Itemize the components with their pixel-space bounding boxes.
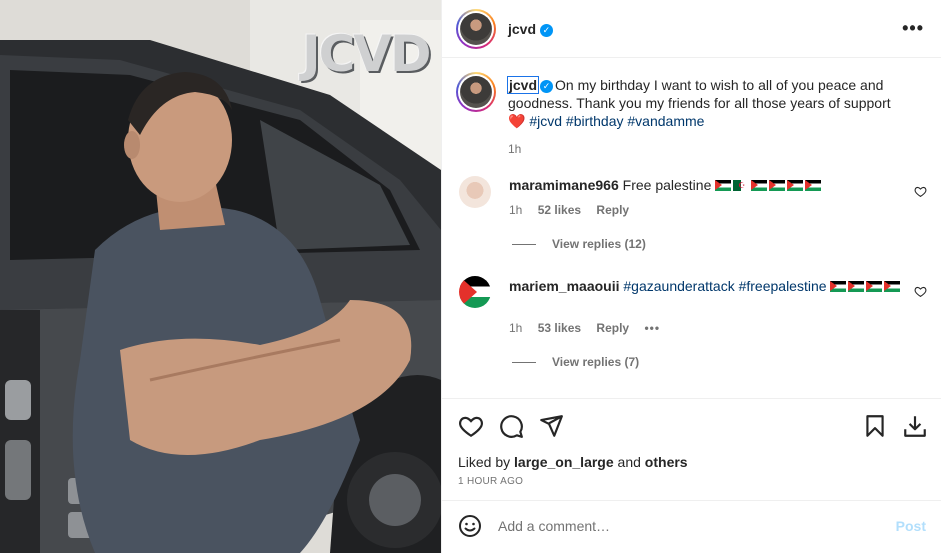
liked-by-prefix: Liked by bbox=[458, 454, 511, 470]
emoji-smiley-icon[interactable] bbox=[458, 514, 482, 538]
comment-text: Free palestine bbox=[622, 177, 712, 193]
post-photo[interactable]: JCVD bbox=[0, 0, 441, 553]
download-icon[interactable] bbox=[902, 413, 928, 439]
like-heart-icon[interactable] bbox=[458, 413, 484, 439]
post-timestamp[interactable]: 1 HOUR AGO bbox=[458, 476, 523, 487]
view-replies-label: View replies (12) bbox=[552, 237, 646, 251]
add-comment-input[interactable] bbox=[498, 515, 878, 537]
comment-username[interactable]: maramimane966 bbox=[509, 177, 619, 193]
jcvd-logo-watermark: JCVD bbox=[302, 25, 432, 83]
comment-1: maramimane966 Free palestine bbox=[509, 176, 909, 194]
post-comment-button[interactable]: Post bbox=[896, 518, 926, 534]
hashtag-vandamme[interactable]: #vandamme bbox=[627, 113, 704, 129]
liked-by-text: Liked by large_on_large and others bbox=[458, 454, 688, 470]
post-caption: jcvd ✓ On my birthday I want to wish to al… bbox=[506, 76, 918, 158]
hashtag-birthday[interactable]: #birthday bbox=[566, 113, 624, 129]
caption-time[interactable]: 1h bbox=[508, 140, 918, 158]
liked-by-user[interactable]: large_on_large bbox=[514, 454, 614, 470]
share-send-icon[interactable] bbox=[538, 413, 564, 439]
view-replies-button[interactable]: View replies (7) bbox=[512, 355, 639, 369]
bookmark-icon[interactable] bbox=[862, 413, 888, 439]
verified-badge-icon: ✓ bbox=[539, 23, 553, 37]
comment-bubble-icon[interactable] bbox=[498, 413, 524, 439]
comment-time[interactable]: 1h bbox=[509, 203, 522, 217]
author-username[interactable]: jcvd bbox=[508, 21, 536, 37]
comment-avatar-mariem-maaouii[interactable] bbox=[459, 276, 491, 308]
reply-button[interactable]: Reply bbox=[596, 321, 629, 335]
palestine-flag-icons bbox=[715, 177, 823, 193]
heart-emoji: ❤️ bbox=[508, 113, 526, 129]
hashtag-freepalestine[interactable]: #freepalestine bbox=[739, 278, 827, 294]
liked-by-others[interactable]: others bbox=[645, 454, 688, 470]
hashtag-jcvd[interactable]: #jcvd bbox=[529, 113, 562, 129]
comment-username[interactable]: mariem_maaouii bbox=[509, 278, 620, 294]
comment-likes[interactable]: 52 likes bbox=[538, 203, 581, 217]
hashtag-gazaunderattack[interactable]: #gazaunderattack bbox=[623, 278, 734, 294]
post-side-panel: jcvd ✓ ••• jcvd ✓ On my birthday I want to… bbox=[441, 0, 941, 553]
view-replies-button[interactable]: View replies (12) bbox=[512, 237, 646, 251]
post-actions: Liked by large_on_large and others 1 HOU… bbox=[442, 398, 941, 508]
palestine-flag-icons bbox=[830, 278, 902, 294]
comment-options-icon[interactable]: ••• bbox=[644, 321, 660, 335]
caption-author-avatar[interactable] bbox=[456, 72, 496, 112]
more-options-icon[interactable]: ••• bbox=[902, 18, 924, 39]
add-comment-bar: Post bbox=[442, 500, 941, 553]
author-avatar[interactable] bbox=[456, 9, 496, 49]
comment-likes[interactable]: 53 likes bbox=[538, 321, 581, 335]
caption-username[interactable]: jcvd bbox=[506, 76, 540, 94]
author-username-row: jcvd ✓ bbox=[508, 21, 553, 37]
view-replies-label: View replies (7) bbox=[552, 355, 640, 369]
like-comment-heart-icon[interactable] bbox=[914, 185, 927, 198]
comment-2: mariem_maaouii #gazaunderattack #freepal… bbox=[509, 277, 909, 295]
comment-2-meta: 1h 53 likes Reply ••• bbox=[509, 321, 660, 335]
comment-1-meta: 1h 52 likes Reply bbox=[509, 203, 629, 217]
comment-avatar-maramimane966[interactable] bbox=[459, 176, 491, 208]
liked-by-and: and bbox=[617, 454, 641, 470]
caption-verified-badge-icon: ✓ bbox=[540, 79, 554, 93]
post-header: jcvd ✓ ••• bbox=[442, 0, 941, 58]
like-comment-heart-icon[interactable] bbox=[914, 285, 927, 298]
comment-time[interactable]: 1h bbox=[509, 321, 522, 335]
reply-button[interactable]: Reply bbox=[596, 203, 629, 217]
caption-text: On my birthday I want to wish to all of … bbox=[508, 77, 891, 111]
